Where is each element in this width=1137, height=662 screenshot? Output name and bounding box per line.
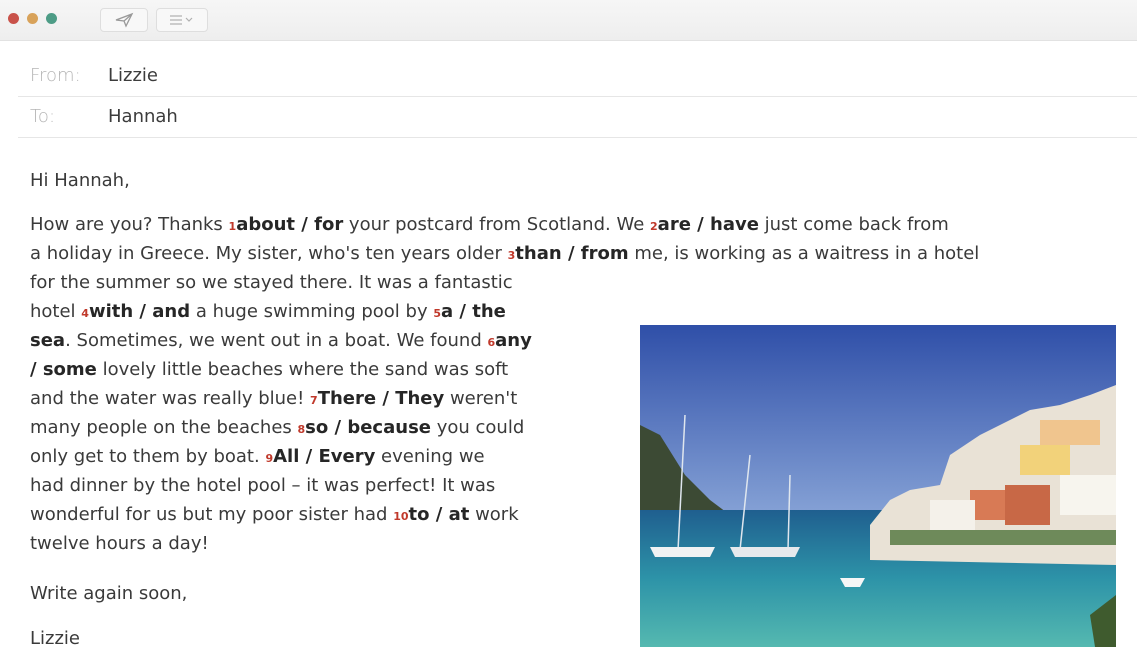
body-text: your postcard from Scotland. We [343, 214, 651, 235]
body-text: and the water was really blue! [30, 388, 311, 409]
answer-choice: with / and [88, 301, 191, 322]
email-body-line: twelve hours a day! [30, 533, 209, 554]
from-row: From: Lizzie [18, 56, 1137, 97]
to-label: To: [30, 106, 56, 127]
email-greeting: Hi Hannah, [30, 170, 130, 191]
send-button[interactable] [100, 8, 148, 32]
zoom-window-button[interactable] [46, 13, 57, 24]
answer-choice: than / from [515, 243, 629, 264]
list-format-icon [170, 15, 193, 25]
window-titlebar [0, 0, 1137, 41]
body-text: evening we [375, 446, 485, 467]
body-text: you could [431, 417, 525, 438]
from-label: From: [30, 65, 81, 86]
email-body-line: many people on the beaches 8so / because… [30, 417, 524, 438]
email-body-line: wonderful for us but my poor sister had … [30, 504, 519, 525]
body-text: twelve hours a day! [30, 533, 209, 554]
body-text: for the summer so we stayed there. It wa… [30, 272, 513, 293]
answer-choice: any [495, 330, 532, 351]
gap-number: 6 [487, 336, 496, 349]
body-text: had dinner by the hotel pool – it was pe… [30, 475, 496, 496]
body-text: wonderful for us but my poor sister had [30, 504, 394, 525]
body-text: hotel [30, 301, 82, 322]
body-text: many people on the beaches [30, 417, 298, 438]
body-text: How are you? Thanks [30, 214, 229, 235]
gap-number: 4 [81, 307, 89, 320]
answer-choice: There / They [317, 388, 445, 409]
answer-choice: / some [30, 359, 97, 380]
email-body-line: sea. Sometimes, we went out in a boat. W… [30, 330, 532, 351]
email-body-line: hotel 4with / and a huge swimming pool b… [30, 301, 506, 322]
to-row: To: Hannah [18, 97, 1137, 138]
gap-number: 9 [265, 452, 274, 465]
email-signature: Lizzie [30, 628, 81, 649]
body-text: weren't [444, 388, 518, 409]
greece-harbour-photo [640, 325, 1116, 647]
paper-plane-icon [115, 12, 134, 28]
answer-choice: to / at [408, 504, 470, 525]
email-body-line: only get to them by boat. 9All / Every e… [30, 446, 485, 467]
from-field[interactable]: Lizzie [108, 65, 158, 86]
body-text: a holiday in Greece. My sister, who's te… [30, 243, 508, 264]
answer-choice: All / Every [273, 446, 376, 467]
answer-choice: sea [30, 330, 66, 351]
email-body-line: a holiday in Greece. My sister, who's te… [30, 243, 979, 264]
close-window-button[interactable] [8, 13, 19, 24]
gap-number: 7 [310, 394, 318, 407]
minimize-window-button[interactable] [27, 13, 38, 24]
gap-number: 2 [650, 220, 658, 233]
body-text: me, is working as a waitress in a hotel [628, 243, 980, 264]
email-body-line: How are you? Thanks 1about / for your po… [30, 214, 949, 235]
gap-number: 8 [297, 423, 306, 436]
email-body-line: for the summer so we stayed there. It wa… [30, 272, 513, 293]
body-text: work [469, 504, 519, 525]
email-signoff: Write again soon, [30, 583, 188, 604]
body-text: just come back from [758, 214, 949, 235]
answer-choice: are / have [657, 214, 759, 235]
answer-choice: a / the [440, 301, 506, 322]
body-text: only get to them by boat. [30, 446, 266, 467]
format-menu-button[interactable] [156, 8, 208, 32]
body-text: a huge swimming pool by [190, 301, 434, 322]
email-body-line: / some lovely little beaches where the s… [30, 359, 508, 380]
gap-number: 10 [393, 510, 409, 523]
to-field[interactable]: Hannah [108, 106, 178, 127]
body-text: . Sometimes, we went out in a boat. We f… [65, 330, 488, 351]
answer-choice: so / because [305, 417, 431, 438]
body-text: lovely little beaches where the sand was… [96, 359, 509, 380]
answer-choice: about / for [236, 214, 344, 235]
gap-number: 5 [433, 307, 441, 320]
email-body-line: had dinner by the hotel pool – it was pe… [30, 475, 495, 496]
email-body-line: and the water was really blue! 7There / … [30, 388, 517, 409]
